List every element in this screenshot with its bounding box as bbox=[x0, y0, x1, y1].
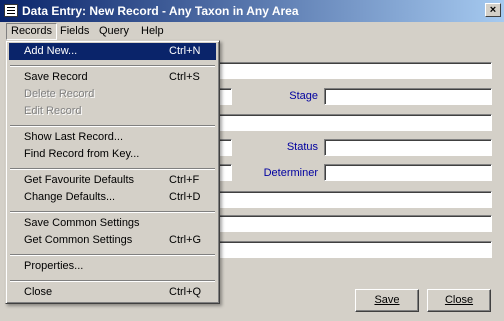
save-button[interactable]: Save bbox=[355, 289, 419, 312]
taxon-field[interactable] bbox=[216, 62, 492, 79]
notes-field-1[interactable] bbox=[216, 191, 492, 208]
menu-item-save-common-settings[interactable]: Save Common Settings bbox=[9, 215, 216, 232]
close-button[interactable]: Close bbox=[427, 289, 491, 312]
menu-separator bbox=[10, 65, 215, 67]
menu-separator bbox=[10, 254, 215, 256]
notes-field-3[interactable] bbox=[216, 241, 492, 258]
menu-separator bbox=[10, 125, 215, 127]
menu-bar: Records Fields Query Help bbox=[0, 22, 504, 41]
menu-item-change-defaults[interactable]: Change Defaults... Ctrl+D bbox=[9, 189, 216, 206]
menu-item-get-favourite-defaults[interactable]: Get Favourite Defaults Ctrl+F bbox=[9, 172, 216, 189]
determiner-label: Determiner bbox=[263, 167, 318, 179]
menu-item-show-last-record[interactable]: Show Last Record... bbox=[9, 129, 216, 146]
status-field[interactable] bbox=[324, 139, 492, 156]
menu-separator bbox=[10, 211, 215, 213]
title-bar: Data Entry: New Record - Any Taxon in An… bbox=[0, 0, 504, 22]
window-title: Data Entry: New Record - Any Taxon in An… bbox=[22, 4, 299, 18]
menu-item-save-record[interactable]: Save Record Ctrl+S bbox=[9, 69, 216, 86]
menu-item-find-record-from-key[interactable]: Find Record from Key... bbox=[9, 146, 216, 163]
notes-field-2[interactable] bbox=[216, 215, 492, 232]
location-field[interactable] bbox=[216, 114, 492, 131]
determiner-field[interactable] bbox=[324, 164, 492, 181]
app-icon bbox=[4, 4, 18, 17]
menu-item-close[interactable]: Close Ctrl+Q bbox=[9, 284, 216, 301]
stage-field[interactable] bbox=[324, 88, 492, 105]
menu-records[interactable]: Records bbox=[6, 23, 57, 40]
menu-query[interactable]: Query bbox=[95, 24, 133, 39]
menu-separator bbox=[10, 168, 215, 170]
status-label: Status bbox=[286, 141, 318, 153]
menu-item-get-common-settings[interactable]: Get Common Settings Ctrl+G bbox=[9, 232, 216, 249]
menu-item-delete-record: Delete Record bbox=[24, 88, 95, 100]
stage-label: Stage bbox=[289, 90, 318, 102]
menu-fields[interactable]: Fields bbox=[56, 24, 93, 39]
menu-item-edit-record: Edit Record bbox=[24, 105, 82, 117]
menu-item-properties[interactable]: Properties... bbox=[9, 258, 216, 275]
menu-separator bbox=[10, 280, 215, 282]
records-dropdown-menu: Add New... Ctrl+N Save Record Ctrl+S Delet… bbox=[5, 40, 220, 304]
menu-help[interactable]: Help bbox=[137, 24, 168, 39]
menu-item-add-new[interactable]: Add New... Ctrl+N bbox=[9, 43, 216, 60]
window-close-button[interactable]: × bbox=[485, 3, 501, 17]
